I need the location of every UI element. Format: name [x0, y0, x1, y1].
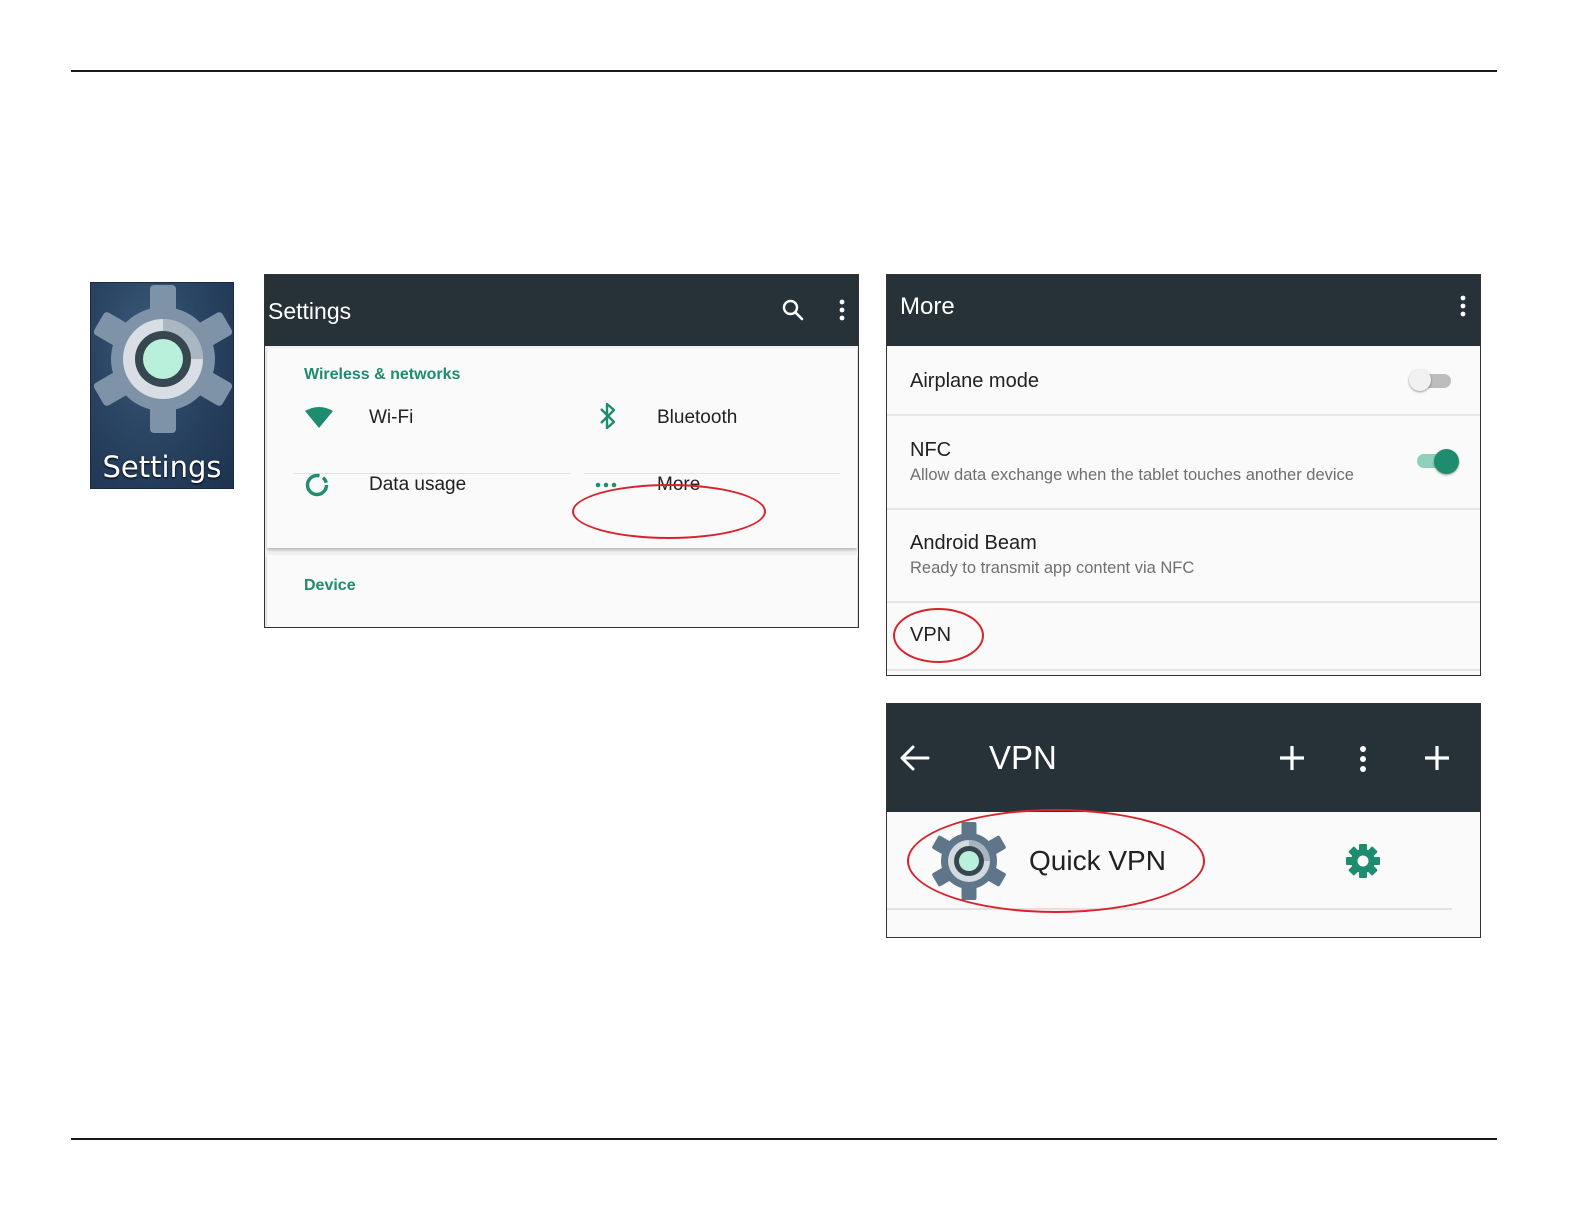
device-card: Device — [267, 555, 857, 627]
toolbar-title: Settings — [268, 298, 352, 324]
add-icon[interactable] — [1279, 745, 1305, 771]
settings-gear-icon — [93, 285, 233, 433]
callout-quick-vpn — [907, 809, 1205, 913]
bottom-rule — [71, 1138, 1497, 1140]
vpn-screenshot: VPN Quick VPN — [886, 703, 1481, 938]
toolbar-title: VPN — [989, 739, 1057, 776]
row-subtitle: Allow data exchange when the tablet touc… — [910, 466, 1354, 484]
settings-screenshot: Settings Wireless & networks Wi-Fi Bluet… — [264, 274, 859, 628]
more-screenshot: More Airplane mode NFC Allow data exchan… — [886, 274, 1481, 676]
more-toolbar: More — [887, 275, 1480, 346]
row-title: NFC — [910, 439, 952, 461]
settings-toolbar: Settings — [265, 275, 858, 346]
overflow-menu-icon[interactable] — [838, 298, 846, 322]
row-airplane-mode[interactable]: Airplane mode — [887, 348, 1480, 416]
tile-wifi[interactable]: Wi-Fi — [294, 396, 570, 451]
tile-data-usage[interactable]: Data usage — [294, 471, 570, 531]
data-usage-icon — [305, 473, 329, 497]
bluetooth-icon — [600, 402, 616, 430]
row-nfc[interactable]: NFC Allow data exchange when the tablet … — [887, 416, 1480, 510]
top-rule — [71, 70, 1497, 72]
overflow-menu-icon[interactable] — [1459, 294, 1467, 318]
settings-app-icon[interactable]: Settings — [90, 282, 234, 489]
wireless-networks-card: Wireless & networks Wi-Fi Bluetooth Data… — [267, 348, 857, 548]
wifi-icon — [305, 407, 333, 428]
row-subtitle: Ready to transmit app content via NFC — [910, 559, 1195, 577]
tile-label: Data usage — [369, 474, 467, 495]
row-android-beam[interactable]: Android Beam Ready to transmit app conte… — [887, 510, 1480, 603]
add-icon[interactable] — [1424, 745, 1450, 771]
tile-bluetooth[interactable]: Bluetooth — [584, 396, 840, 451]
section-header-device: Device — [304, 577, 356, 594]
app-icon-label: Settings — [102, 450, 222, 484]
tile-label: Bluetooth — [657, 407, 738, 428]
airplane-mode-toggle[interactable] — [1409, 369, 1453, 391]
row-title: Airplane mode — [910, 370, 1039, 392]
callout-more — [572, 484, 766, 539]
tile-label: Wi-Fi — [369, 407, 414, 428]
row-title: Android Beam — [910, 532, 1037, 554]
vpn-toolbar: VPN — [887, 704, 1480, 812]
overflow-menu-icon[interactable] — [1358, 744, 1368, 774]
section-header-wireless: Wireless & networks — [304, 366, 461, 383]
toolbar-title: More — [900, 293, 955, 320]
nfc-toggle[interactable] — [1417, 449, 1461, 474]
search-icon[interactable] — [781, 298, 805, 322]
back-arrow-icon[interactable] — [900, 745, 930, 771]
gear-icon[interactable] — [1345, 843, 1381, 879]
callout-vpn — [893, 608, 984, 663]
